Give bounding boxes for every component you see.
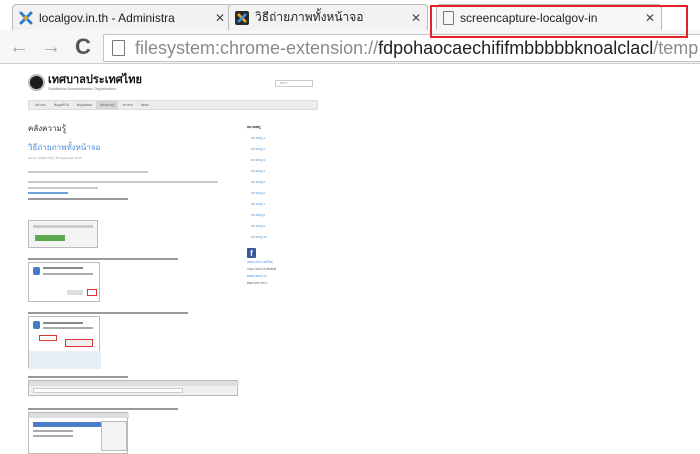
- site-nav-item: ข่าวสาร: [122, 103, 133, 107]
- page-viewport[interactable]: เทศบาลประเทศไทย Subdistrict Administrati…: [0, 64, 700, 454]
- sidebar-fb-text: เทศบาลประเทศไทย: [247, 260, 273, 264]
- page-icon: [112, 40, 125, 56]
- text-line: [28, 181, 218, 183]
- site-post-title: วิธีถ่ายภาพทั้งหน้าจอ: [28, 143, 101, 152]
- article-image: [28, 380, 239, 396]
- text-line: [28, 408, 178, 410]
- sidebar-link: หมวดหมู่ 9: [251, 224, 266, 228]
- tab-localgov[interactable]: localgov.in.th - Administra ✕: [12, 4, 232, 30]
- tab-screenshot-article[interactable]: วิธีถ่ายภาพทั้งหน้าจอ ✕: [228, 4, 428, 30]
- site-nav-item: ข้อมูลทั่วไป: [54, 103, 69, 107]
- text-line: [28, 312, 188, 314]
- sidebar-fb-text: ติดต่อ สอบถาม: [247, 274, 267, 278]
- site-nav: หน้าแรก ข้อมูลทั่วไป ข้อมูลติดต่อ คลังคว…: [28, 100, 318, 110]
- text-line: [28, 376, 128, 378]
- facebook-icon: f: [247, 248, 256, 258]
- sidebar-link: หมวดหมู่ 4: [251, 169, 266, 173]
- site-page-title: คลังความรู้: [28, 124, 67, 133]
- text-line: [28, 258, 178, 260]
- reload-button[interactable]: C: [72, 36, 94, 58]
- sidebar-link: หมวดหมู่ 7: [251, 202, 266, 206]
- close-icon[interactable]: ✕: [215, 11, 225, 25]
- sidebar-link: หมวดหมู่ 8: [251, 213, 266, 217]
- site-content: คลังความรู้ วิธีถ่ายภาพทั้งหน้าจอ admin …: [28, 122, 238, 200]
- site-logo: เทศบาลประเทศไทย Subdistrict Administrati…: [28, 74, 142, 91]
- url-extension-id: fdpohaocaechififmbbbbbknoalclacl: [378, 37, 654, 58]
- sidebar-title: หมวดหมู่: [247, 125, 261, 129]
- site-sidebar: หมวดหมู่ หมวดหมู่ 1 หมวดหมู่ 2 หมวดหมู่ …: [247, 124, 317, 286]
- sidebar-fb-text: ติดตามข่าวสาร: [247, 281, 268, 285]
- x-logo-icon: [19, 11, 33, 24]
- article-image: [28, 262, 100, 302]
- address-bar[interactable]: filesystem:chrome-extension://fdpohaocae…: [103, 34, 700, 62]
- forward-button[interactable]: →: [40, 36, 62, 58]
- site-nav-item: คลังความรู้: [96, 101, 119, 109]
- site-search-input: ค้นหา: [275, 80, 313, 87]
- close-icon[interactable]: ✕: [411, 11, 421, 25]
- text-line: [28, 187, 98, 189]
- sidebar-link: หมวดหมู่ 5: [251, 180, 266, 184]
- sidebar-link: หมวดหมู่ 6: [251, 191, 266, 195]
- tab-title: localgov.in.th - Administra: [39, 10, 175, 25]
- article-image: [28, 412, 129, 454]
- logo-main-text: เทศบาลประเทศไทย: [48, 73, 142, 86]
- site-nav-item: ข้อมูลติดต่อ: [76, 103, 93, 107]
- url-path: /temp: [653, 37, 699, 58]
- logo-circle-icon: [28, 74, 45, 91]
- article-image: [28, 316, 101, 369]
- text-line: [28, 171, 148, 173]
- url-scheme: filesystem:chrome-extension://: [135, 37, 379, 58]
- text-line: [28, 198, 128, 200]
- text-line: [28, 192, 68, 194]
- article-image: [28, 220, 98, 248]
- highlight-box: [430, 5, 688, 38]
- tab-title: วิธีถ่ายภาพทั้งหน้าจอ: [255, 10, 364, 24]
- site-nav-item: หน้าแรก: [35, 103, 47, 107]
- back-button[interactable]: ←: [8, 36, 30, 58]
- captured-page: เทศบาลประเทศไทย Subdistrict Administrati…: [28, 70, 318, 454]
- sidebar-link: หมวดหมู่ 10: [251, 235, 267, 239]
- sidebar-link: หมวดหมู่ 1: [251, 136, 266, 140]
- sidebar-link: หมวดหมู่ 3: [251, 158, 266, 162]
- colorful-x-icon: [235, 10, 249, 25]
- site-post-meta: admin | คลังความรู้ | 30 September 2015: [28, 156, 82, 160]
- site-nav-item: ติดต่อ: [140, 103, 149, 107]
- sidebar-link: หมวดหมู่ 2: [251, 147, 266, 151]
- sidebar-fb-text: กลุ่มงานประชาสัมพันธ์: [247, 267, 277, 271]
- logo-sub-text: Subdistrict Administrative Organization: [48, 85, 117, 91]
